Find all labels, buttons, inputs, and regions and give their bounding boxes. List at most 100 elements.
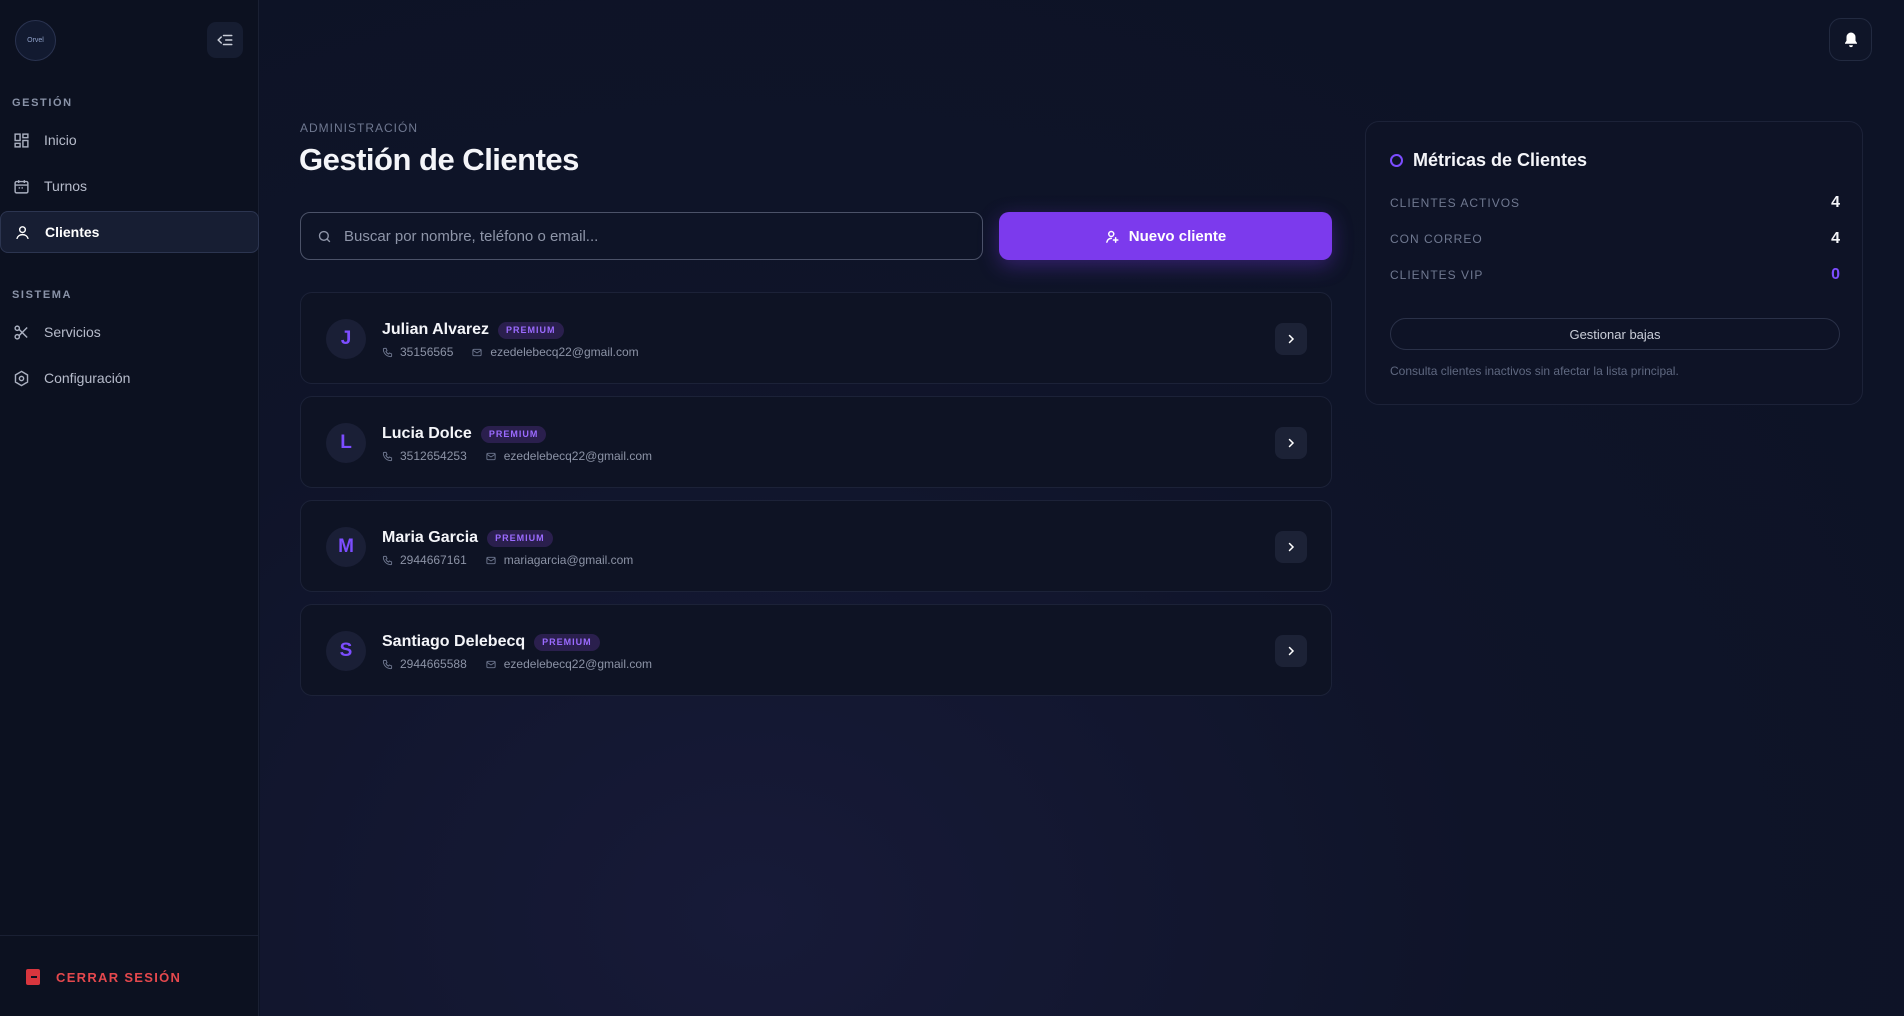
sidebar-item-clientes[interactable]: Clientes [0,211,259,253]
status-badge: PREMIUM [498,321,564,339]
bell-icon [1844,32,1857,47]
status-badge: PREMIUM [487,529,553,547]
search-bar[interactable] [300,212,983,260]
section-label-sistema: SISTEMA [12,289,73,301]
search-input[interactable] [344,227,964,245]
metric-row-email: CON CORREO 4 [1390,229,1840,249]
client-name: Lucia Dolce [382,425,472,442]
chevron-right-icon [1288,438,1295,448]
metric-value: 4 [1831,194,1840,211]
client-email: ezedelebecq22@gmail.com [490,345,639,359]
metrics-title-row: Métricas de Clientes [1390,150,1587,171]
search-icon [318,230,331,242]
page-overline: ADMINISTRACIÓN [300,121,419,135]
metric-row-vip: CLIENTES VIP 0 [1390,265,1840,285]
open-client-button[interactable] [1275,635,1307,667]
metric-label: CLIENTES ACTIVOS [1390,196,1521,210]
sidebar-item-configuracion[interactable]: Configuración [0,357,259,399]
avatar: M [326,527,366,567]
logout-icon [26,969,40,985]
phone-icon [382,555,393,566]
sidebar-item-label: Inicio [44,132,77,148]
sidebar-item-label: Servicios [44,324,101,340]
client-email: ezedelebecq22@gmail.com [503,449,653,463]
collapse-icon [217,34,233,46]
sidebar-item-label: Turnos [44,178,88,194]
collapse-sidebar-button[interactable] [207,22,243,58]
chevron-right-icon [1288,334,1295,344]
user-icon [16,225,29,239]
open-client-button[interactable] [1275,531,1307,563]
client-name-row: Julian Alvarez PREMIUM [382,321,564,339]
avatar: S [326,631,366,671]
phone-icon [382,659,393,670]
client-name-row: Santiago Delebecq PREMIUM [382,633,600,651]
client-phone: 2944665588 [400,657,467,671]
status-badge: PREMIUM [480,425,547,443]
metric-value: 4 [1831,230,1840,247]
new-client-label: Nuevo cliente [1128,227,1227,245]
calendar-icon [14,179,29,194]
ring-icon [1390,154,1403,167]
sidebar-item-inicio[interactable]: Inicio [0,119,259,161]
scissors-icon [14,324,28,340]
list-item[interactable]: L Lucia Dolce PREMIUM 3512654253 ezedele… [300,396,1332,488]
sidebar-item-turnos[interactable]: Turnos [0,165,259,207]
logo-text: Orvel [27,37,44,44]
client-name: Julian Alvarez [382,321,490,338]
section-label-gestion: GESTIÓN [12,97,73,109]
metric-label: CON CORREO [1390,232,1483,246]
client-phone: 2944667161 [400,553,467,567]
metric-label: CLIENTES VIP [1390,268,1484,282]
sidebar: Orvel GESTIÓN Inicio Turnos Clientes SIS… [0,0,259,1016]
notifications-button[interactable] [1829,18,1872,61]
client-email: mariagarcia@gmail.com [503,553,634,567]
client-contact: 2944667161 mariagarcia@gmail.com [382,553,633,567]
grid-icon [14,132,29,148]
client-phone: 3512654253 [400,449,467,463]
client-contact: 3512654253 ezedelebecq22@gmail.com [382,449,652,463]
client-name: Santiago Delebecq [382,633,526,650]
client-name-row: Lucia Dolce PREMIUM [382,425,547,443]
metrics-panel: Métricas de Clientes CLIENTES ACTIVOS 4 … [1365,121,1863,405]
sidebar-divider [0,935,259,936]
new-client-button[interactable]: Nuevo cliente [999,212,1332,260]
logout-button[interactable]: CERRAR SESIÓN [26,967,181,987]
list-item[interactable]: J Julian Alvarez PREMIUM 35156565 ezedel… [300,292,1332,384]
chevron-right-icon [1288,646,1295,656]
list-item[interactable]: M Maria Garcia PREMIUM 2944667161 mariag… [300,500,1332,592]
sidebar-item-servicios[interactable]: Servicios [0,311,259,353]
sidebar-item-label: Configuración [44,370,131,386]
phone-icon [382,451,393,462]
manage-inactive-button[interactable]: Gestionar bajas [1390,318,1840,350]
client-list: J Julian Alvarez PREMIUM 35156565 ezedel… [300,292,1332,708]
client-name: Maria Garcia [382,529,479,546]
client-email: ezedelebecq22@gmail.com [503,657,653,671]
metric-row-active: CLIENTES ACTIVOS 4 [1390,193,1840,213]
client-name-row: Maria Garcia PREMIUM [382,529,553,547]
metric-value: 0 [1831,266,1840,283]
logout-label: CERRAR SESIÓN [56,969,182,985]
mail-icon [485,659,497,670]
metrics-title: Métricas de Clientes [1413,150,1588,170]
sidebar-item-label: Clientes [45,224,100,240]
metrics-note: Consulta clientes inactivos sin afectar … [1390,364,1679,378]
page-title: Gestión de Clientes [299,142,579,177]
client-phone: 35156565 [400,345,454,359]
open-client-button[interactable] [1275,427,1307,459]
open-client-button[interactable] [1275,323,1307,355]
add-user-icon [1105,230,1119,243]
avatar: J [326,319,366,359]
settings-icon [14,370,29,386]
list-item[interactable]: S Santiago Delebecq PREMIUM 2944665588 e… [300,604,1332,696]
mail-icon [485,451,497,462]
avatar: L [326,423,366,463]
chevron-right-icon [1288,542,1295,552]
mail-icon [471,347,483,358]
app-logo[interactable]: Orvel [15,20,56,61]
status-badge: PREMIUM [534,633,600,651]
client-contact: 2944665588 ezedelebecq22@gmail.com [382,657,652,671]
mail-icon [485,555,497,566]
client-contact: 35156565 ezedelebecq22@gmail.com [382,345,639,359]
phone-icon [382,347,393,358]
